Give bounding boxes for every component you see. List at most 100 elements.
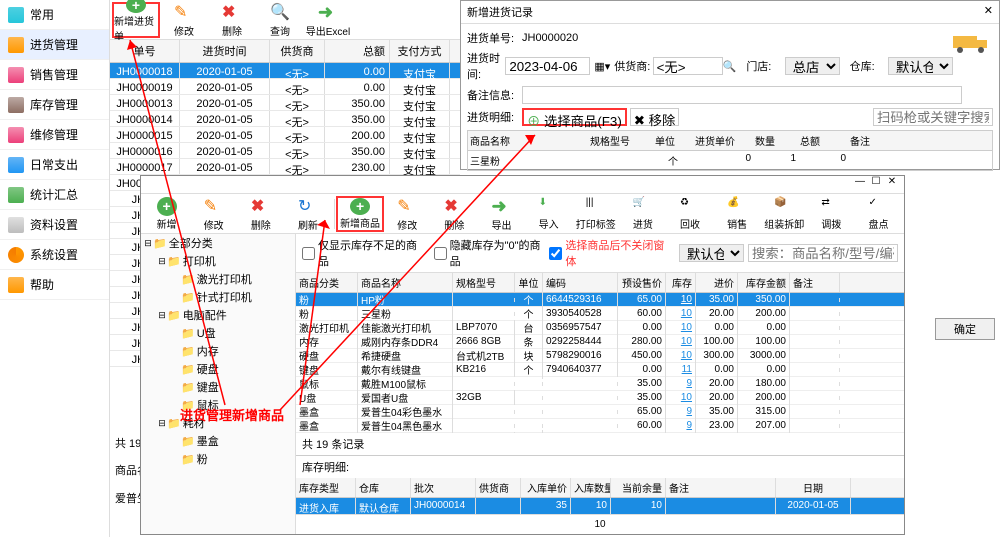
ih-price[interactable]: 入库单价 [521, 478, 571, 497]
po-header-pay[interactable]: 支付方式 [390, 40, 450, 62]
sidebar-item-stats[interactable]: 统计汇总 [0, 180, 109, 210]
ih-batch[interactable]: 批次 [411, 478, 476, 497]
tree-node[interactable]: 📁键盘 [141, 378, 295, 396]
confirm-button[interactable]: 确定 [935, 318, 995, 340]
search-input[interactable] [748, 244, 898, 262]
sidebar-item-sales[interactable]: 销售管理 [0, 60, 109, 90]
close-icon[interactable]: ✕ [984, 4, 993, 20]
ph-inprice[interactable]: 进价 [696, 273, 738, 292]
sub-toolbar-刷新[interactable]: ↻刷新 [284, 196, 331, 232]
inv-row[interactable]: 进货入库 默认仓库 JH0000014 35 10 10 2020-01-05 [296, 498, 904, 514]
po-header-time[interactable]: 进货时间 [180, 40, 270, 62]
tree-node[interactable]: 📁硬盘 [141, 360, 295, 378]
sub-toolbar-盘点[interactable]: ✓盘点 [855, 196, 902, 232]
tree-node[interactable]: ⊟📁打印机 [141, 252, 295, 270]
maximize-icon[interactable]: ☐ [868, 176, 884, 193]
edit-button[interactable]: ✎修改 [160, 2, 208, 38]
sub-toolbar-组装拆卸[interactable]: 📦组装拆卸 [761, 196, 808, 232]
sub-toolbar-新增商品[interactable]: +新增商品 [336, 196, 383, 232]
annotation-text: 进货管理新增商品 [180, 405, 284, 424]
po-row[interactable]: JH00000142020-01-05<无>350.00支付宝 [110, 111, 460, 127]
tree-node[interactable]: 📁粉 [141, 450, 295, 468]
supplier-input[interactable] [653, 57, 723, 75]
po-row[interactable]: JH00000152020-01-05<无>200.00支付宝 [110, 127, 460, 143]
tree-node[interactable]: 📁内存 [141, 342, 295, 360]
sub-toolbar-进货[interactable]: 🛒进货 [619, 196, 666, 232]
ih-date[interactable]: 日期 [776, 478, 851, 497]
tree-node[interactable]: 📁U盘 [141, 324, 295, 342]
repair-icon [8, 127, 24, 143]
sub-toolbar-打印标签[interactable]: |||打印标签 [572, 196, 619, 232]
close-icon[interactable]: ✕ [884, 176, 900, 193]
tree-node[interactable]: ⊟📁全部分类 [141, 234, 295, 252]
ph-code[interactable]: 编码 [543, 273, 618, 292]
sub-toolbar-修改[interactable]: ✎修改 [384, 196, 431, 232]
select-product-button[interactable]: ⊕ 选择商品(F3) [522, 108, 627, 126]
ph-stock[interactable]: 库存 [666, 273, 696, 292]
ir-date: 2020-01-05 [776, 498, 851, 514]
sidebar-item-help[interactable]: 帮助 [0, 270, 109, 300]
time-input[interactable] [505, 57, 590, 75]
scan-input[interactable] [873, 108, 993, 126]
store-select[interactable]: 总店 [785, 57, 840, 75]
sub-toolbar-新增[interactable]: +新增 [143, 196, 190, 232]
ih-qty[interactable]: 入库数量 [571, 478, 611, 497]
po-row[interactable]: JH00000192020-01-05<无>0.00支付宝 [110, 79, 460, 95]
sidebar-label: 进货管理 [30, 36, 78, 53]
tree-node[interactable]: ⊟📁电脑配件 [141, 306, 295, 324]
ph-model[interactable]: 规格型号 [453, 273, 515, 292]
warehouse-filter[interactable]: 默认仓库 [679, 244, 744, 262]
purchase-dialog: 新增进货记录 ✕ 进货单号:JH0000020 进货时间: ▦▾ 供货商: 🔍 … [460, 0, 1000, 170]
sidebar-item-common[interactable]: 常用 [0, 0, 109, 30]
checkbox-lowstock[interactable] [302, 247, 315, 260]
search-supplier-icon[interactable]: 🔍 [723, 60, 737, 73]
sidebar-item-purchase[interactable]: 进货管理 [0, 30, 109, 60]
search-button[interactable]: 🔍查询 [256, 2, 304, 38]
sub-toolbar-修改[interactable]: ✎修改 [190, 196, 237, 232]
sub-toolbar-删除[interactable]: ✖删除 [237, 196, 284, 232]
po-row[interactable]: JH00000162020-01-05<无>350.00支付宝 [110, 143, 460, 159]
ph-note[interactable]: 备注 [790, 273, 840, 292]
sidebar-item-system[interactable]: 系统设置 [0, 240, 109, 270]
btn-label: 查询 [270, 23, 290, 38]
sidebar-item-inventory[interactable]: 库存管理 [0, 90, 109, 120]
ih-sup[interactable]: 供货商 [476, 478, 521, 497]
btn-label: 导出Excel [306, 23, 350, 38]
po-header-supplier[interactable]: 供货商 [270, 40, 325, 62]
export-button[interactable]: ➜导出Excel [304, 2, 352, 38]
sidebar-item-data[interactable]: 资料设置 [0, 210, 109, 240]
remove-button[interactable]: ✖ 移除 [630, 108, 680, 126]
sidebar-item-expense[interactable]: 日常支出 [0, 150, 109, 180]
po-row[interactable]: JH00000172020-01-05<无>230.00支付宝 [110, 159, 460, 175]
tree-node[interactable]: 📁针式打印机 [141, 288, 295, 306]
ph-price[interactable]: 预设售价 [618, 273, 666, 292]
order-no-label: 进货单号: [467, 30, 522, 46]
dr-name[interactable]: 三星粉 [468, 151, 588, 170]
sub-toolbar-导入[interactable]: ⬇导入 [525, 196, 572, 232]
sub-toolbar-导出[interactable]: ➜导出 [478, 196, 525, 232]
sub-toolbar-调拨[interactable]: ⇄调拨 [808, 196, 855, 232]
tree-node[interactable]: 📁激光打印机 [141, 270, 295, 288]
warehouse-label: 仓库: [850, 58, 888, 74]
sub-toolbar-销售[interactable]: 💰销售 [714, 196, 761, 232]
po-header-total[interactable]: 总额 [325, 40, 390, 62]
tree-node[interactable]: 📁墨盒 [141, 432, 295, 450]
remark-input[interactable] [522, 86, 962, 104]
ih-type[interactable]: 库存类型 [296, 478, 356, 497]
minimize-icon[interactable]: — [852, 176, 868, 193]
delete-button[interactable]: ✖删除 [208, 2, 256, 38]
sub-toolbar-回收[interactable]: ♻回收 [666, 196, 713, 232]
ih-note[interactable]: 备注 [666, 478, 776, 497]
warehouse-select[interactable]: 默认仓库 [888, 57, 953, 75]
new-purchase-button[interactable]: +新增进货单 [112, 2, 160, 38]
ph-amount[interactable]: 库存金额 [738, 273, 790, 292]
ih-wh[interactable]: 仓库 [356, 478, 411, 497]
ih-curr[interactable]: 当前余量 [611, 478, 666, 497]
checkbox-hidezero[interactable] [434, 247, 447, 260]
sidebar-item-repair[interactable]: 维修管理 [0, 120, 109, 150]
checkbox-noclose[interactable] [549, 247, 562, 260]
po-row[interactable]: JH00000182020-01-05<无>0.00支付宝 [110, 63, 460, 79]
sub-toolbar-删除[interactable]: ✖删除 [431, 196, 478, 232]
po-header-id[interactable]: 单号 [110, 40, 180, 62]
po-row[interactable]: JH00000132020-01-05<无>350.00支付宝 [110, 95, 460, 111]
